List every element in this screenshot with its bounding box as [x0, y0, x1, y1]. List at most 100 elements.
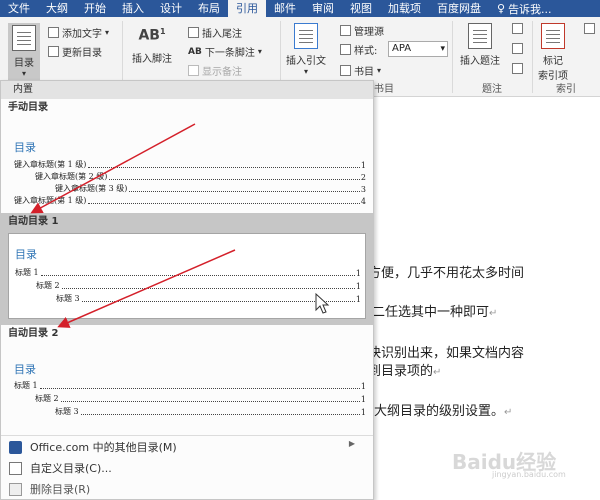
menu-divider — [1, 435, 373, 436]
bibliography-button[interactable]: 书目 ▾ — [340, 63, 381, 78]
toc-entry: 标题 21 — [35, 394, 366, 404]
tab-mailings[interactable]: 邮件 — [266, 0, 304, 17]
manage-sources-label: 管理源 — [354, 27, 384, 38]
tab-review[interactable]: 审阅 — [304, 0, 342, 17]
toc-entry: 标题 31 — [55, 407, 366, 417]
add-text-button[interactable]: 添加文字 ▾ — [48, 25, 109, 40]
baidu-jingyan-watermark: Baidu经验 jingyan.baidu.com — [452, 446, 566, 479]
submenu-arrow-icon: ▶ — [348, 439, 355, 448]
custom-toc-item[interactable]: 自定义目录(C)... — [9, 460, 112, 476]
mark-entry-icon — [541, 23, 565, 49]
tab-view[interactable]: 视图 — [342, 0, 380, 17]
tab-addins[interactable]: 加载项 — [380, 0, 429, 17]
insert-caption-button[interactable]: 插入题注 — [460, 23, 500, 67]
tab-layout[interactable]: 布局 — [190, 0, 228, 17]
more-toc-from-office-item[interactable]: Office.com 中的其他目录(M) ▶ — [9, 439, 365, 455]
toc-icon — [12, 25, 36, 51]
office-globe-icon — [9, 440, 22, 454]
gallery-item-auto-toc-1[interactable]: 自动目录 1 目录 标题 11 标题 21 标题 31 — [1, 213, 373, 325]
group-label-index: 索引 — [556, 84, 576, 95]
toc-entry: 标题 31 — [56, 294, 361, 304]
cross-reference-button[interactable] — [512, 63, 523, 74]
update-table-icon — [512, 43, 523, 54]
document-line: 方便，几乎不用花太多时间 — [368, 266, 525, 281]
insert-table-of-figures-button[interactable] — [512, 23, 523, 34]
toc-entry: 键入章标题(第 1 级) 4 — [14, 196, 366, 206]
more-toc-label: Office.com 中的其他目录(M) — [30, 441, 177, 454]
paragraph-mark-icon: ↵ — [489, 308, 498, 319]
auto-toc-2-heading: 目录 — [14, 363, 36, 376]
group-label-captions: 题注 — [482, 84, 502, 95]
remove-toc-icon — [9, 482, 22, 496]
tab-file[interactable]: 文件 — [0, 0, 38, 17]
manual-toc-title: 手动目录 — [8, 102, 48, 113]
mark-entry-label-line1: 标记 — [543, 56, 563, 67]
toc-entry: 标题 21 — [36, 281, 361, 291]
cross-reference-icon — [512, 63, 523, 74]
tab-insert[interactable]: 插入 — [114, 0, 152, 17]
remove-toc-item[interactable]: 删除目录(R) — [9, 481, 90, 497]
tab-references[interactable]: 引用 — [228, 0, 266, 17]
style-selector: 样式: — [340, 42, 377, 57]
show-notes-label: 显示备注 — [202, 67, 242, 78]
watermark-url: jingyan.baidu.com — [492, 470, 566, 479]
insert-footnote-label: 插入脚注 — [132, 53, 172, 65]
insert-index-button[interactable] — [584, 23, 595, 34]
document-line: 到目录项的↵ — [368, 364, 442, 379]
toc-entry: 键入章标题(第 3 级) 3 — [55, 184, 366, 194]
ribbon-tab-bar: 文件 大纲 开始 插入 设计 布局 引用 邮件 审阅 视图 加载项 百度网盘 ♀… — [0, 0, 600, 17]
insert-endnote-label: 插入尾注 — [202, 29, 242, 40]
lightbulb-icon: ♀ — [497, 2, 506, 15]
chevron-down-icon: ▾ — [105, 28, 110, 37]
toc-button[interactable]: 目录 ▾ — [8, 23, 40, 81]
tab-baidu-netdisk[interactable]: 百度网盘 — [429, 0, 489, 17]
next-footnote-button[interactable]: AB 下一条脚注 ▾ — [188, 44, 262, 60]
auto-toc-1-heading: 目录 — [15, 248, 37, 261]
gallery-item-manual-toc[interactable]: 手动目录 目录 键入章标题(第 1 级) 1 键入章标题(第 2 级) 2 键入章标… — [1, 101, 373, 213]
custom-toc-label: 自定义目录(C)... — [30, 462, 112, 475]
insert-caption-label: 插入题注 — [460, 56, 500, 67]
auto-toc-1-preview: 目录 标题 11 标题 21 标题 31 — [8, 233, 366, 319]
style-icon — [340, 44, 351, 55]
gallery-item-auto-toc-2[interactable]: 自动目录 2 目录 标题 11 标题 21 标题 31 — [1, 327, 373, 431]
bibliography-label: 书目 — [354, 67, 374, 78]
citation-icon — [294, 23, 318, 49]
insert-citation-button[interactable]: 插入引文 ▾ — [286, 23, 326, 76]
show-notes-button[interactable]: 显示备注 — [188, 63, 242, 78]
auto-toc-1-title: 自动目录 1 — [8, 216, 59, 227]
mark-entry-button[interactable]: 标记 索引项 — [538, 23, 568, 82]
toc-gallery-dropdown: 内置 手动目录 目录 键入章标题(第 1 级) 1 键入章标题(第 2 级) 2 键… — [0, 80, 374, 500]
footnote-ab-icon: AB1 — [138, 27, 166, 44]
caption-icon — [468, 23, 492, 49]
toc-entry: 标题 11 — [14, 381, 366, 391]
add-text-label: 添加文字 — [62, 29, 102, 40]
group-divider — [452, 21, 453, 93]
update-table-button[interactable] — [512, 43, 523, 54]
tab-design[interactable]: 设计 — [152, 0, 190, 17]
paragraph-mark-icon: ↵ — [504, 407, 513, 418]
insert-citation-label: 插入引文 — [286, 56, 326, 67]
tell-me-box[interactable]: ♀ 告诉我... — [497, 1, 552, 17]
manual-toc-heading: 目录 — [14, 141, 36, 154]
style-dropdown[interactable]: APA — [388, 41, 448, 57]
manage-sources-button[interactable]: 管理源 — [340, 23, 384, 38]
show-notes-icon — [188, 65, 199, 76]
document-line: 二任选其中一种即可↵ — [372, 305, 498, 320]
update-toc-button[interactable]: 更新目录 — [48, 44, 102, 59]
endnote-icon — [188, 27, 199, 38]
group-divider — [532, 21, 533, 93]
chevron-down-icon: ▾ — [257, 47, 262, 56]
style-label: 样式: — [354, 46, 378, 57]
paragraph-mark-icon: ↵ — [433, 367, 442, 378]
toc-entry: 键入章标题(第 2 级) 2 — [35, 172, 366, 182]
next-footnote-label: 下一条脚注 — [204, 48, 255, 59]
tab-home[interactable]: 开始 — [76, 0, 114, 17]
next-footnote-icon: AB — [188, 46, 202, 57]
insert-endnote-button[interactable]: 插入尾注 — [188, 25, 242, 40]
toc-entry: 键入章标题(第 1 级) 1 — [14, 160, 366, 170]
tell-me-label: 告诉我... — [508, 2, 552, 16]
tab-outline[interactable]: 大纲 — [38, 0, 76, 17]
section-builtin: 内置 — [1, 81, 373, 99]
insert-footnote-button[interactable]: AB1 插入脚注 — [132, 27, 172, 65]
update-toc-icon — [48, 46, 59, 57]
